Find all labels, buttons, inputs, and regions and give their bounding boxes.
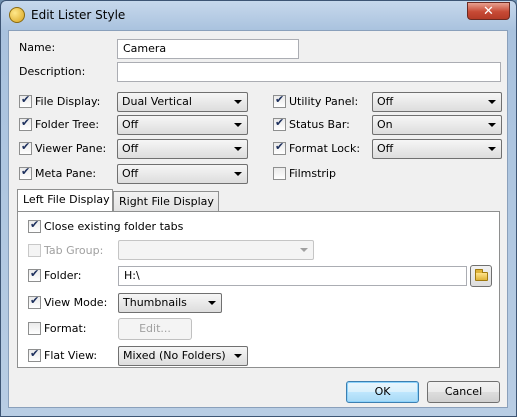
ok-button[interactable]: OK (346, 381, 419, 403)
name-label: Name: (19, 41, 56, 54)
chevron-down-icon (234, 172, 242, 176)
folder-tree-checkbox[interactable] (19, 116, 32, 131)
cancel-button[interactable]: Cancel (427, 381, 500, 403)
meta-pane-value: Off (122, 167, 139, 180)
format-lock-label: Format Lock: (289, 142, 361, 155)
utility-panel-label: Utility Panel: (289, 95, 359, 108)
meta-pane-label: Meta Pane: (35, 167, 97, 180)
name-input[interactable]: Camera (117, 39, 299, 59)
edit-lister-style-dialog: Edit Lister Style ✕ Name: Camera Descrip… (0, 0, 517, 417)
utility-panel-value: Off (377, 95, 394, 108)
chevron-down-icon (488, 147, 496, 151)
status-bar-dropdown[interactable]: On (372, 115, 502, 135)
tab-group-dropdown[interactable] (118, 240, 314, 260)
flat-view-checkbox[interactable] (28, 347, 41, 362)
folder-icon (475, 269, 488, 281)
folder-checkbox[interactable] (28, 267, 41, 282)
view-mode-label: View Mode: (44, 296, 108, 309)
filmstrip-checkbox[interactable] (273, 167, 286, 180)
window-title: Edit Lister Style (31, 8, 126, 22)
description-input[interactable] (117, 62, 501, 82)
viewer-pane-checkbox[interactable] (19, 140, 32, 155)
viewer-pane-value: Off (122, 142, 139, 155)
viewer-pane-label: Viewer Pane: (35, 142, 107, 155)
flat-view-dropdown[interactable]: Mixed (No Folders) (118, 346, 248, 366)
format-edit-button[interactable]: Edit... (118, 318, 192, 340)
tab-left-file-display[interactable]: Left File Display (17, 189, 113, 211)
folder-tree-value: Off (122, 118, 139, 131)
chevron-down-icon (488, 100, 496, 104)
browse-folder-button[interactable] (470, 265, 492, 287)
file-display-dropdown[interactable]: Dual Vertical (117, 92, 248, 112)
folder-label: Folder: (44, 269, 82, 282)
flat-view-value: Mixed (No Folders) (123, 349, 226, 362)
tab-group-label: Tab Group: (44, 244, 104, 257)
utility-panel-dropdown[interactable]: Off (372, 92, 502, 112)
dialog-body: Name: Camera Description: File Display: … (8, 30, 508, 408)
title-bar[interactable]: Edit Lister Style ✕ (1, 1, 516, 29)
view-mode-checkbox[interactable] (28, 294, 41, 309)
file-display-checkbox[interactable] (19, 93, 32, 108)
status-bar-label: Status Bar: (289, 118, 350, 131)
folder-tree-dropdown[interactable]: Off (117, 115, 248, 135)
chevron-down-icon (234, 147, 242, 151)
close-button[interactable]: ✕ (467, 2, 510, 20)
format-label: Format: (44, 322, 87, 335)
view-mode-dropdown[interactable]: Thumbnails (118, 293, 222, 313)
left-file-display-panel: Close existing folder tabs Tab Group: Fo… (17, 211, 500, 368)
format-lock-checkbox[interactable] (273, 140, 286, 155)
file-display-value: Dual Vertical (122, 95, 192, 108)
chevron-down-icon (488, 123, 496, 127)
chevron-down-icon (208, 301, 216, 305)
view-mode-value: Thumbnails (123, 296, 187, 309)
format-checkbox[interactable] (28, 322, 41, 335)
close-tabs-label: Close existing folder tabs (44, 220, 184, 233)
meta-pane-checkbox[interactable] (19, 165, 32, 180)
tab-right-file-display[interactable]: Right File Display (113, 191, 219, 211)
meta-pane-dropdown[interactable]: Off (117, 164, 248, 184)
tab-group-checkbox[interactable] (28, 244, 41, 257)
viewer-pane-dropdown[interactable]: Off (117, 139, 248, 159)
chevron-down-icon (234, 123, 242, 127)
filmstrip-label: Filmstrip (289, 167, 336, 180)
file-display-label: File Display: (35, 95, 101, 108)
chevron-down-icon (234, 354, 242, 358)
description-label: Description: (19, 65, 86, 78)
status-bar-checkbox[interactable] (273, 116, 286, 131)
close-tabs-checkbox[interactable] (28, 218, 41, 233)
chevron-down-icon (234, 100, 242, 104)
folder-tree-label: Folder Tree: (35, 118, 100, 131)
lister-style-icon (9, 7, 25, 23)
folder-path-input[interactable]: H:\ (118, 266, 467, 286)
format-lock-value: Off (377, 142, 394, 155)
chevron-down-icon (300, 248, 308, 252)
flat-view-label: Flat View: (44, 349, 98, 362)
format-lock-dropdown[interactable]: Off (372, 139, 502, 159)
utility-panel-checkbox[interactable] (273, 93, 286, 108)
status-bar-value: On (377, 118, 393, 131)
